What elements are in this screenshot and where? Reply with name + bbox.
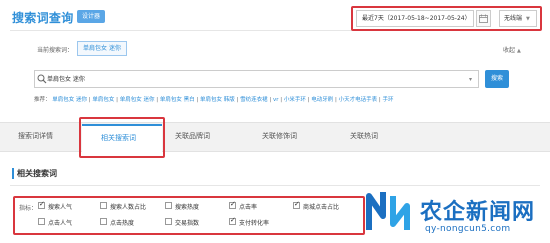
recommend-link[interactable]: vr xyxy=(273,97,279,103)
checkbox-label: 商城点击占比 xyxy=(303,204,340,211)
checkbox-label: 点击率 xyxy=(239,204,258,211)
watermark-logo-icon xyxy=(366,192,410,230)
recommend-link[interactable]: 小米手环 xyxy=(284,97,306,103)
checkbox-mall-click-ratio[interactable] xyxy=(293,200,300,209)
checkbox-label: 交易指数 xyxy=(175,220,200,227)
recommend-link[interactable]: 单肩包女 迷你 xyxy=(120,97,155,103)
checkbox-label: 搜索人数占比 xyxy=(110,204,147,211)
checkbox-click-heat[interactable] xyxy=(100,218,107,225)
page-title: 搜索词查询 xyxy=(12,11,74,25)
tab-keyword-detail[interactable]: 搜索词详情 xyxy=(18,131,53,141)
collapse-label: 收起 xyxy=(503,47,516,54)
current-keyword-label: 当前搜索词： xyxy=(37,47,74,54)
recommend-prefix: 推荐： xyxy=(34,97,51,103)
tab-modifier-words[interactable]: 关联修饰词 xyxy=(262,131,297,141)
chevron-up-icon: ▲ xyxy=(516,48,521,54)
terminal-label: 无线端 xyxy=(504,15,523,22)
recommend-link[interactable]: 雪纺连衣裙 xyxy=(240,97,268,103)
recommend-link[interactable]: 电动牙刷 xyxy=(311,97,333,103)
recommend-bar: 推荐： 单肩包女 迷你 | 单肩包女 | 单肩包女 迷你 | 单肩包女 黑白 |… xyxy=(34,97,394,103)
checkbox-label: 搜索热度 xyxy=(175,204,200,211)
title-badge[interactable]: 设计器 xyxy=(77,10,105,23)
calendar-icon[interactable] xyxy=(476,10,491,27)
terminal-select[interactable]: 无线端 ▼ xyxy=(499,10,537,27)
recommend-link[interactable]: 单肩包女 黑白 xyxy=(160,97,195,103)
calendar-icon-glyph xyxy=(479,14,488,23)
recommend-link[interactable]: 手环 xyxy=(382,97,393,103)
recommend-link[interactable]: 单肩包女 迷你 xyxy=(52,97,87,103)
current-keyword-chip[interactable]: 单肩包女 迷你 xyxy=(77,41,127,56)
watermark-domain: qy-nongcun5.com xyxy=(425,224,511,234)
search-input[interactable]: 单肩包女 迷你 xyxy=(47,74,85,83)
checkbox-pay-conversion[interactable] xyxy=(229,216,236,225)
tab-brand-words[interactable]: 关联品牌词 xyxy=(175,131,210,141)
checkbox-label: 点击人气 xyxy=(48,220,73,227)
indicator-label: 指标： xyxy=(19,205,38,212)
search-box[interactable] xyxy=(34,70,479,88)
section-divider xyxy=(10,185,540,186)
checkbox-label: 搜索人气 xyxy=(48,204,73,211)
recommend-link[interactable]: 小天才电话手表 xyxy=(339,97,378,103)
search-icon xyxy=(37,74,47,84)
tab-highlight xyxy=(79,117,165,158)
search-button[interactable]: 搜索 xyxy=(485,70,509,88)
checkbox-click-popularity[interactable] xyxy=(38,218,45,225)
collapse-toggle[interactable]: 收起 ▲ xyxy=(503,45,521,54)
watermark-text: 农企新闻网 xyxy=(420,200,536,225)
section-marker xyxy=(12,168,14,179)
checkbox-label: 支付转化率 xyxy=(239,220,270,227)
tab-hot-words[interactable]: 关联热词 xyxy=(350,131,378,141)
checkbox-click-rate[interactable] xyxy=(229,200,236,209)
chevron-down-icon: ▼ xyxy=(525,16,530,22)
date-range-select[interactable]: 最近7天（2017-05-18~2017-05-24） xyxy=(356,10,474,27)
section-title: 相关搜索词 xyxy=(17,169,57,178)
recommend-link[interactable]: 单肩包女 xyxy=(92,97,114,103)
checkbox-search-heat[interactable] xyxy=(165,202,172,209)
checkbox-search-user-ratio[interactable] xyxy=(100,202,107,209)
checkbox-label: 点击热度 xyxy=(110,220,135,227)
recommend-link[interactable]: 单肩包女 韩版 xyxy=(200,97,235,103)
checkbox-trade-index[interactable] xyxy=(165,218,172,225)
search-dropdown-icon[interactable]: ▾ xyxy=(469,76,472,83)
checkbox-search-popularity[interactable] xyxy=(38,200,45,209)
